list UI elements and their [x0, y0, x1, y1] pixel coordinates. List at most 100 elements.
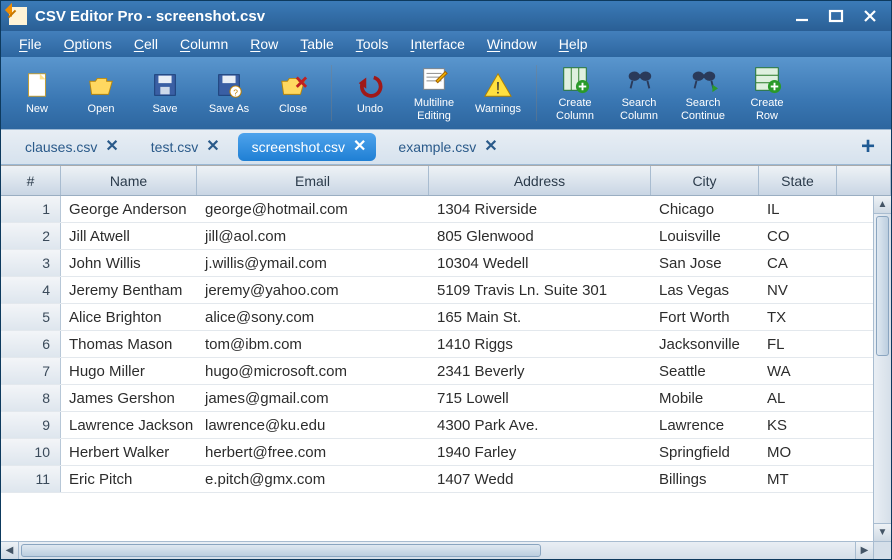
cell-rownum[interactable]: 9	[1, 412, 61, 438]
cell-name[interactable]: Jeremy Bentham	[61, 277, 197, 303]
scroll-down-icon[interactable]: ▼	[874, 523, 891, 541]
cell-state[interactable]: WA	[759, 358, 837, 384]
cell-state[interactable]: KS	[759, 412, 837, 438]
tab-close-icon[interactable]: ✕	[105, 139, 118, 155]
cell-city[interactable]: Jacksonville	[651, 331, 759, 357]
cell-state[interactable]: FL	[759, 331, 837, 357]
menu-interface[interactable]: Interface	[400, 33, 474, 55]
cell-state[interactable]: IL	[759, 196, 837, 222]
menu-cell[interactable]: Cell	[124, 33, 168, 55]
cell-email[interactable]: e.pitch@gmx.com	[197, 466, 429, 492]
cell-city[interactable]: Springfield	[651, 439, 759, 465]
warn-button[interactable]: !Warnings	[466, 60, 530, 126]
close-button[interactable]	[859, 7, 881, 25]
saveas-button[interactable]: ?Save As	[197, 60, 261, 126]
ccol-button[interactable]: Create Column	[543, 60, 607, 126]
cell-state[interactable]: CA	[759, 250, 837, 276]
cell-rownum[interactable]: 7	[1, 358, 61, 384]
cell-address[interactable]: 1410 Riggs	[429, 331, 651, 357]
cell-city[interactable]: Las Vegas	[651, 277, 759, 303]
cell-city[interactable]: Seattle	[651, 358, 759, 384]
cell-name[interactable]: Alice Brighton	[61, 304, 197, 330]
cell-city[interactable]: Lawrence	[651, 412, 759, 438]
col-header-state[interactable]: State	[759, 166, 837, 195]
table-row[interactable]: 7Hugo Millerhugo@microsoft.com2341 Bever…	[1, 358, 891, 385]
horizontal-scrollbar[interactable]: ◀ ▶	[1, 541, 873, 559]
tab-close-icon[interactable]: ✕	[353, 139, 366, 155]
hscroll-thumb[interactable]	[21, 544, 541, 557]
cell-rownum[interactable]: 6	[1, 331, 61, 357]
maximize-button[interactable]	[825, 7, 847, 25]
tab-close-icon[interactable]: ✕	[484, 139, 497, 155]
cell-email[interactable]: j.willis@ymail.com	[197, 250, 429, 276]
cell-rownum[interactable]: 10	[1, 439, 61, 465]
table-row[interactable]: 2Jill Atwelljill@aol.com805 GlenwoodLoui…	[1, 223, 891, 250]
cell-email[interactable]: george@hotmail.com	[197, 196, 429, 222]
cell-email[interactable]: herbert@free.com	[197, 439, 429, 465]
cell-rownum[interactable]: 3	[1, 250, 61, 276]
table-row[interactable]: 3John Willisj.willis@ymail.com10304 Wede…	[1, 250, 891, 277]
scroll-right-icon[interactable]: ▶	[855, 542, 873, 559]
tab-clauses-csv[interactable]: clauses.csv✕	[11, 133, 129, 161]
col-header-num[interactable]: #	[1, 166, 61, 195]
cell-email[interactable]: hugo@microsoft.com	[197, 358, 429, 384]
cell-email[interactable]: alice@sony.com	[197, 304, 429, 330]
cell-state[interactable]: MO	[759, 439, 837, 465]
tab-screenshot-csv[interactable]: screenshot.csv✕	[238, 133, 377, 161]
table-row[interactable]: 6Thomas Masontom@ibm.com1410 RiggsJackso…	[1, 331, 891, 358]
cell-name[interactable]: James Gershon	[61, 385, 197, 411]
cell-state[interactable]: NV	[759, 277, 837, 303]
menu-table[interactable]: Table	[290, 33, 343, 55]
cell-address[interactable]: 805 Glenwood	[429, 223, 651, 249]
table-row[interactable]: 1George Andersongeorge@hotmail.com1304 R…	[1, 196, 891, 223]
col-header-city[interactable]: City	[651, 166, 759, 195]
cell-state[interactable]: TX	[759, 304, 837, 330]
cell-city[interactable]: Billings	[651, 466, 759, 492]
close-button[interactable]: Close	[261, 60, 325, 126]
minimize-button[interactable]	[791, 7, 813, 25]
cell-address[interactable]: 5109 Travis Ln. Suite 301	[429, 277, 651, 303]
cell-city[interactable]: San Jose	[651, 250, 759, 276]
menu-row[interactable]: Row	[240, 33, 288, 55]
menu-file[interactable]: File	[9, 33, 52, 55]
col-header-address[interactable]: Address	[429, 166, 651, 195]
cell-address[interactable]: 165 Main St.	[429, 304, 651, 330]
scroll-up-icon[interactable]: ▲	[874, 196, 891, 214]
cell-city[interactable]: Louisville	[651, 223, 759, 249]
menu-tools[interactable]: Tools	[346, 33, 399, 55]
cell-state[interactable]: AL	[759, 385, 837, 411]
cell-address[interactable]: 1407 Wedd	[429, 466, 651, 492]
cell-name[interactable]: Lawrence Jackson	[61, 412, 197, 438]
cell-city[interactable]: Mobile	[651, 385, 759, 411]
scol-button[interactable]: Search Column	[607, 60, 671, 126]
cell-name[interactable]: Thomas Mason	[61, 331, 197, 357]
cell-name[interactable]: Hugo Miller	[61, 358, 197, 384]
table-row[interactable]: 5Alice Brightonalice@sony.com165 Main St…	[1, 304, 891, 331]
cell-address[interactable]: 715 Lowell	[429, 385, 651, 411]
table-row[interactable]: 4Jeremy Benthamjeremy@yahoo.com5109 Trav…	[1, 277, 891, 304]
cell-state[interactable]: MT	[759, 466, 837, 492]
col-header-name[interactable]: Name	[61, 166, 197, 195]
vertical-scrollbar[interactable]: ▲ ▼	[873, 196, 891, 541]
cell-email[interactable]: lawrence@ku.edu	[197, 412, 429, 438]
col-header-extra[interactable]	[837, 166, 891, 195]
col-header-email[interactable]: Email	[197, 166, 429, 195]
menu-window[interactable]: Window	[477, 33, 547, 55]
cell-rownum[interactable]: 8	[1, 385, 61, 411]
menu-column[interactable]: Column	[170, 33, 238, 55]
table-row[interactable]: 10Herbert Walkerherbert@free.com1940 Far…	[1, 439, 891, 466]
cell-name[interactable]: Herbert Walker	[61, 439, 197, 465]
menu-help[interactable]: Help	[549, 33, 598, 55]
cell-email[interactable]: jill@aol.com	[197, 223, 429, 249]
cell-address[interactable]: 1940 Farley	[429, 439, 651, 465]
vscroll-thumb[interactable]	[876, 216, 889, 356]
tab-test-csv[interactable]: test.csv✕	[137, 133, 230, 161]
table-row[interactable]: 8James Gershonjames@gmail.com715 LowellM…	[1, 385, 891, 412]
cell-rownum[interactable]: 11	[1, 466, 61, 492]
cell-name[interactable]: Eric Pitch	[61, 466, 197, 492]
cell-rownum[interactable]: 5	[1, 304, 61, 330]
new-button[interactable]: New	[5, 60, 69, 126]
cell-name[interactable]: Jill Atwell	[61, 223, 197, 249]
cell-name[interactable]: John Willis	[61, 250, 197, 276]
crow-button[interactable]: Create Row	[735, 60, 799, 126]
